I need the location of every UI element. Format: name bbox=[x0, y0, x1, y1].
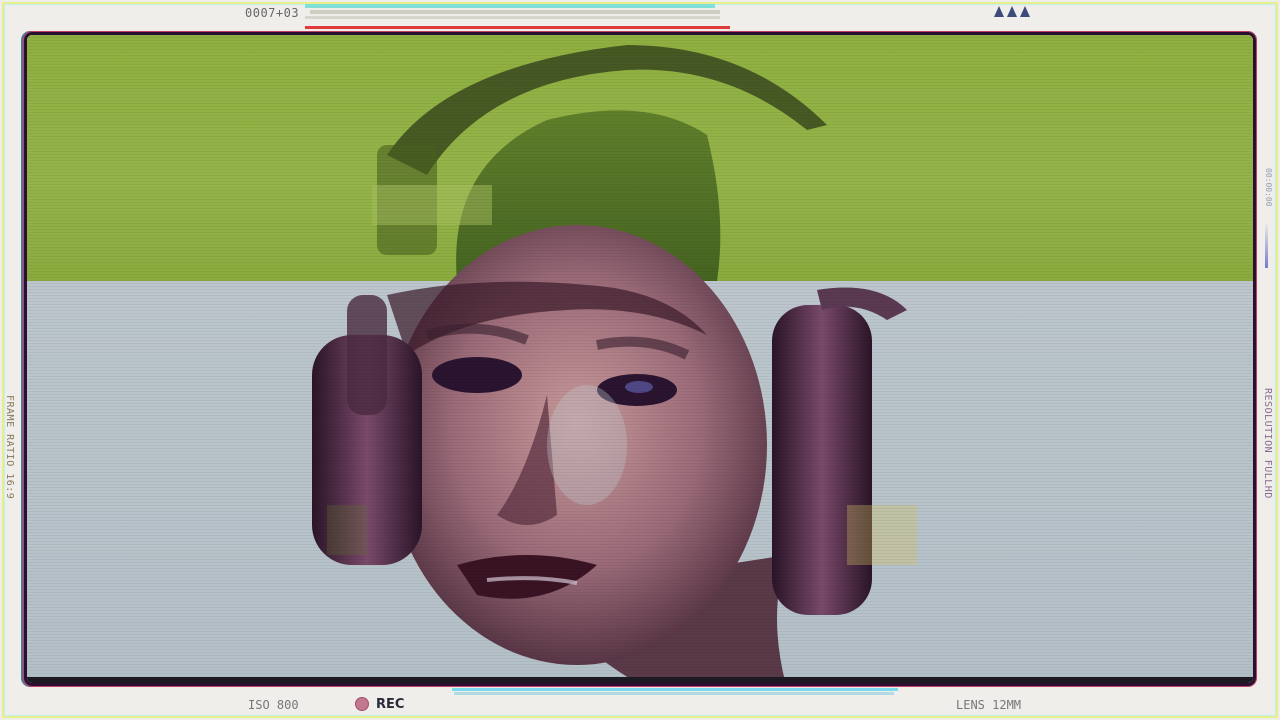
battery-indicator bbox=[994, 6, 1030, 17]
battery-triangle-icon bbox=[994, 6, 1004, 17]
iso-label: ISO 800 bbox=[248, 698, 299, 712]
battery-triangle-icon bbox=[1007, 6, 1017, 17]
resolution-label: RESOLUTION FULLHD bbox=[1262, 388, 1273, 499]
bottom-black-strip bbox=[27, 677, 1253, 683]
top-bar: 0007+03 bbox=[0, 0, 1280, 30]
viewfinder-frame bbox=[24, 32, 1256, 686]
battery-triangle-icon bbox=[1020, 6, 1030, 17]
audio-level-meter bbox=[1264, 222, 1270, 268]
rec-label: REC bbox=[376, 697, 405, 712]
timecode: 0007+03 bbox=[245, 6, 300, 20]
lens-label: LENS 12MM bbox=[956, 698, 1022, 712]
rec-dot-icon bbox=[356, 698, 368, 710]
frame-ratio-label: FRAME RATIO 16:9 bbox=[4, 395, 15, 500]
top-signal-stripes bbox=[305, 4, 730, 29]
portrait-image bbox=[312, 45, 917, 683]
bottom-bar: ISO 800 LENS 12MM bbox=[0, 690, 1280, 720]
right-timecode: 00:00:00 bbox=[1264, 168, 1273, 207]
